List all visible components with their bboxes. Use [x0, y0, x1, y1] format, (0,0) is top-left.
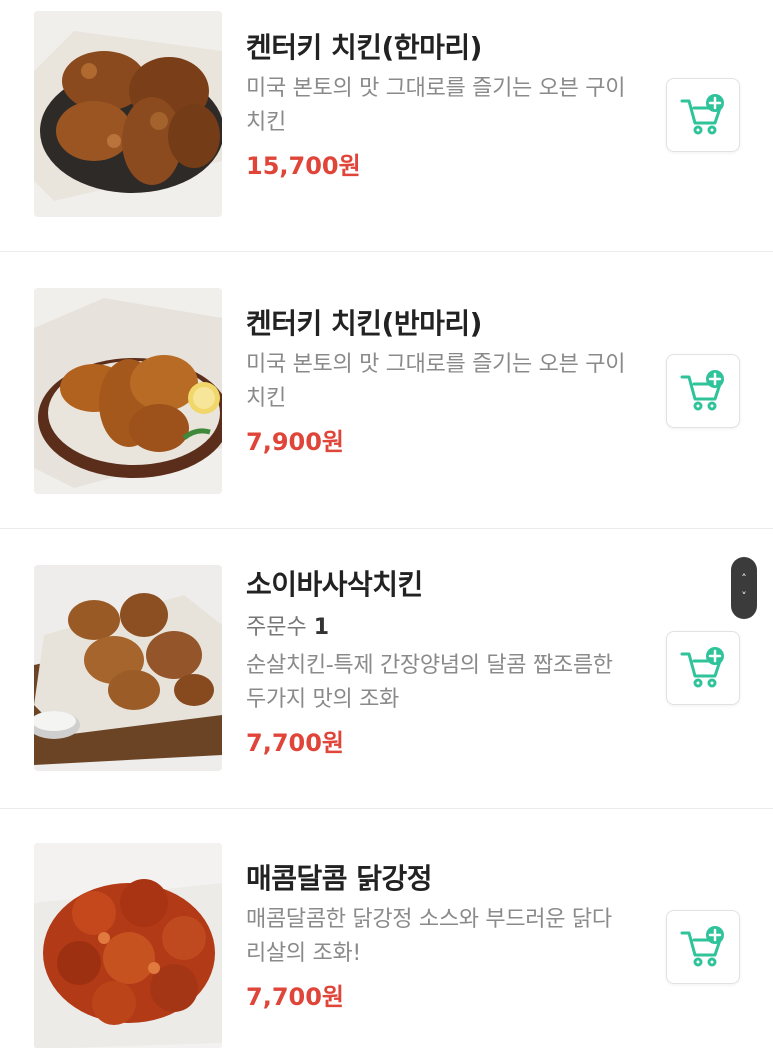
menu-item-price: 7,700원 — [246, 729, 344, 757]
menu-item-title: 소이바사삭치킨 — [246, 568, 423, 601]
order-count-value: 1 — [313, 615, 330, 640]
menu-item-description: 매콤달콤한 닭강정 소스와 부드러운 닭다리살의 조화! — [246, 907, 612, 966]
menu-item-price: 7,700원 — [246, 983, 344, 1011]
menu-item[interactable]: 소이바사삭치킨 주문수 1 순살치킨-특제 간장양념의 달콤 짭조름한 두가지 … — [0, 529, 773, 809]
chevron-up-icon[interactable]: ˄ — [741, 573, 747, 584]
add-to-cart-button[interactable] — [666, 631, 740, 705]
menu-item-description: 미국 본토의 맛 그대로를 즐기는 오븐 구이 치킨 — [246, 352, 626, 411]
menu-item-price: 7,900원 — [246, 428, 344, 456]
dakgangjeong-image[interactable] — [34, 843, 222, 1048]
order-count: 주문수 1 — [246, 611, 626, 645]
scroll-handle[interactable]: ˄ ˅ — [731, 557, 757, 619]
add-to-cart-button[interactable] — [666, 910, 740, 984]
menu-item-title: 켄터키 치킨(반마리) — [246, 307, 482, 340]
menu-item-description: 미국 본토의 맛 그대로를 즐기는 오븐 구이 치킨 — [246, 76, 626, 135]
menu-item-info: 소이바사삭치킨 주문수 1 순살치킨-특제 간장양념의 달콤 짭조름한 두가지 … — [246, 565, 626, 761]
cart-add-icon — [680, 926, 724, 967]
menu-item-description: 순살치킨-특제 간장양념의 달콤 짭조름한 두가지 맛의 조화 — [246, 653, 613, 712]
order-count-label: 주문수 — [246, 615, 307, 640]
add-to-cart-button[interactable] — [666, 354, 740, 428]
menu-item[interactable]: 켄터키 치킨(반마리) 미국 본토의 맛 그대로를 즐기는 오븐 구이 치킨 7… — [0, 252, 773, 529]
menu-item[interactable]: 매콤달콤 닭강정 매콤달콤한 닭강정 소스와 부드러운 닭다리살의 조화! 7,… — [0, 809, 773, 1048]
menu-item[interactable]: 켄터키 치킨(한마리) 미국 본토의 맛 그대로를 즐기는 오븐 구이 치킨 1… — [0, 0, 773, 252]
cart-add-icon — [680, 647, 724, 688]
fried-chicken-whole-image[interactable] — [34, 11, 222, 217]
menu-item-info: 켄터키 치킨(반마리) 미국 본토의 맛 그대로를 즐기는 오븐 구이 치킨 7… — [246, 304, 626, 460]
menu-item-price: 15,700원 — [246, 152, 361, 180]
add-to-cart-button[interactable] — [666, 78, 740, 152]
fried-chicken-half-image[interactable] — [34, 288, 222, 494]
cart-add-icon — [680, 94, 724, 135]
menu-item-info: 켄터키 치킨(한마리) 미국 본토의 맛 그대로를 즐기는 오븐 구이 치킨 1… — [246, 28, 626, 184]
menu-item-title: 매콤달콤 닭강정 — [246, 862, 433, 895]
soy-crispy-chicken-image[interactable] — [34, 565, 222, 771]
menu-item-title: 켄터키 치킨(한마리) — [246, 31, 482, 64]
cart-add-icon — [680, 370, 724, 411]
chevron-down-icon[interactable]: ˅ — [741, 591, 747, 602]
menu-item-info: 매콤달콤 닭강정 매콤달콤한 닭강정 소스와 부드러운 닭다리살의 조화! 7,… — [246, 859, 626, 1015]
